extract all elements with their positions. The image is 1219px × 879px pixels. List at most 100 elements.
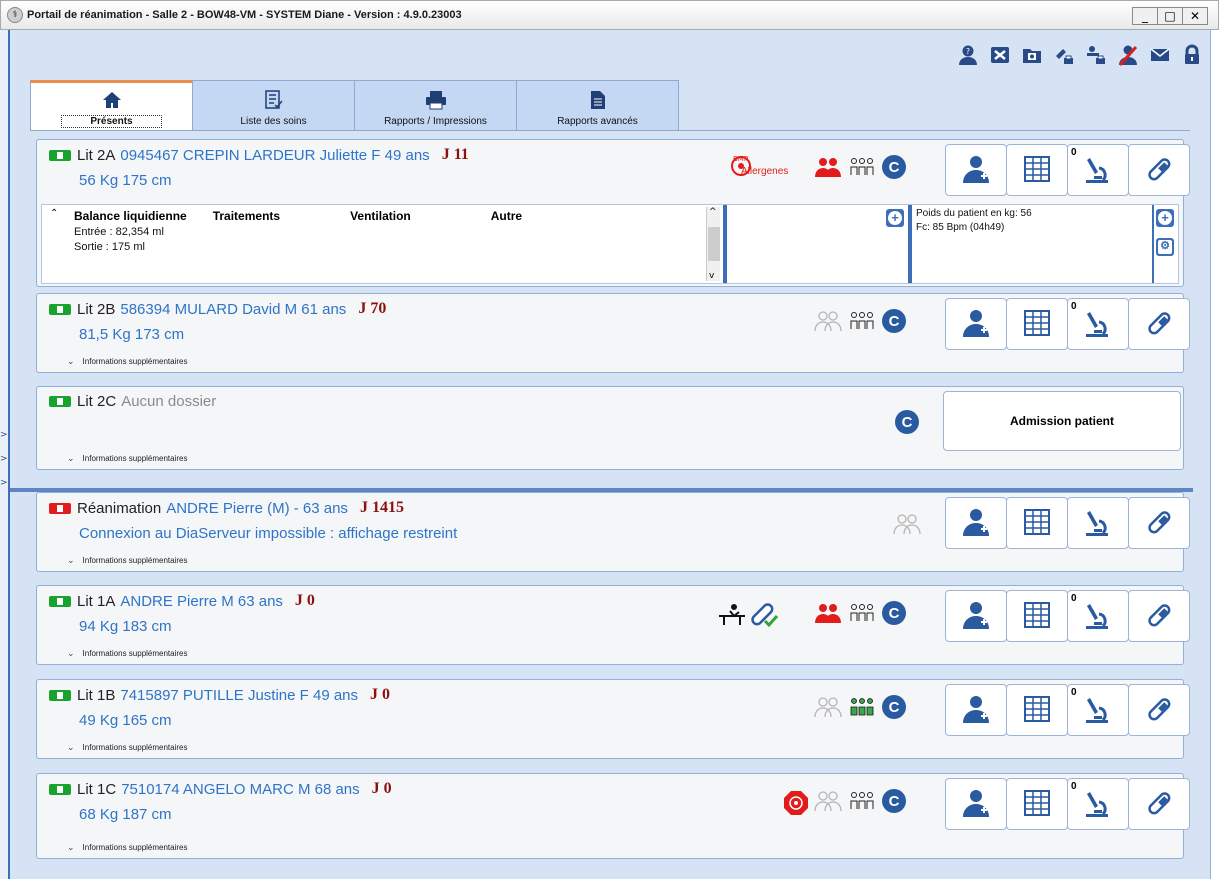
mail-icon[interactable] [1147,42,1173,68]
more-info-toggle[interactable]: ⌄ Informations supplémentaires [67,742,188,753]
prescription-button[interactable] [1128,778,1190,830]
refresh-icon[interactable]: C [879,598,909,628]
microscope-icon [1084,788,1112,821]
patient-file-button[interactable] [945,590,1007,642]
lab-results-button[interactable]: 0 [1067,144,1129,196]
table-button[interactable] [1006,298,1068,350]
staff-group-icon[interactable] [847,598,877,628]
biohazard-allergen-icon[interactable]: BMR Allergenes [727,152,793,182]
tab-label: Liste des soins [240,116,307,127]
tab-rapports-impressions[interactable]: Rapports / Impressions [354,80,517,130]
patient-name[interactable]: 7510174 ANGELO MARC M 68 ans [121,781,359,798]
prescription-button[interactable] [1128,497,1190,549]
table-button[interactable] [1006,590,1068,642]
patient-file-button[interactable] [945,144,1007,196]
more-info-toggle[interactable]: ⌄ Informations supplémentaires [67,648,188,659]
lab-results-button[interactable]: 0 [1067,684,1129,736]
chevron-down-icon: ⌄ [67,356,75,366]
refresh-icon[interactable]: C [879,152,909,182]
more-info-toggle[interactable]: ⌄ Informations supplémentaires [67,555,188,566]
patient-name[interactable]: ANDRE Pierre (M) - 63 ans [166,500,348,517]
details-scrollbar[interactable]: ^ v [706,207,720,281]
patient-file-button[interactable] [945,298,1007,350]
grid-table-icon [1024,508,1050,538]
scroll-up-icon[interactable]: ^ [709,207,717,217]
prescription-button[interactable] [1128,684,1190,736]
settings-button[interactable]: ⚙ [1156,238,1174,256]
scroll-thumb[interactable] [708,227,720,261]
more-info-toggle[interactable]: ⌄ Informations supplémentaires [67,356,188,367]
close-button[interactable]: ✕ [1182,7,1208,25]
no-record-label: Aucun dossier [121,393,217,410]
refresh-icon[interactable]: C [879,306,909,336]
pen-print-icon[interactable] [1051,42,1077,68]
staff-group-green-icon[interactable] [847,692,877,722]
excel-icon[interactable] [987,42,1013,68]
staff-group-icon[interactable] [847,786,877,816]
table-button[interactable] [1006,778,1068,830]
bed-status-icon [49,783,71,795]
collapse-chevron-icon[interactable]: ⌃ [50,208,58,219]
add-note-button[interactable]: + [1156,209,1174,227]
table-button[interactable] [1006,684,1068,736]
more-info-toggle[interactable]: ⌄ Informations supplémentaires [67,453,188,464]
help-person-icon[interactable]: ? [955,42,981,68]
expand-arrow-icon[interactable]: > [0,478,8,488]
maximize-button[interactable]: □ [1157,7,1183,25]
lab-results-button[interactable]: 0 [1067,298,1129,350]
lab-results-button[interactable]: 0 [1067,590,1129,642]
folder-icon[interactable] [1019,42,1045,68]
tab-presents[interactable]: Présents [30,80,193,131]
scroll-down-icon[interactable]: v [709,271,714,281]
microscope-icon [1084,694,1112,727]
patient-panel-lit-2b: Lit 2B 586394 MULARD David M 61 ans J 70… [36,293,1190,373]
patient-weight-height: 68 Kg 187 cm [79,806,172,823]
staff-group-icon[interactable] [847,306,877,336]
staff-group-icon[interactable] [847,152,877,182]
lock-icon[interactable] [1179,42,1205,68]
patient-group-grey-icon[interactable] [813,692,843,722]
patient-group-red-icon[interactable] [813,598,843,628]
prescription-button[interactable] [1128,590,1190,642]
refresh-icon[interactable]: C [879,786,909,816]
pill-icon [1145,508,1173,539]
more-info-toggle[interactable]: ⌄ Informations supplémentaires [67,842,188,853]
prescription-button[interactable] [1128,144,1190,196]
table-button[interactable] [1006,144,1068,196]
patient-name[interactable]: 0945467 CREPIN LARDEUR Juliette F 49 ans [120,147,429,164]
plus-icon: + [1158,211,1172,225]
prescription-button[interactable] [1128,298,1190,350]
lab-count: 0 [1071,147,1077,158]
patient-file-button[interactable] [945,684,1007,736]
table-button[interactable] [1006,497,1068,549]
patient-file-button[interactable] [945,497,1007,549]
expand-arrow-icon[interactable]: > [0,430,8,440]
expand-arrow-icon[interactable]: > [0,454,8,464]
left-collapse-strip[interactable]: > > > [0,30,8,879]
tab-liste-des-soins[interactable]: Liste des soins [192,80,355,130]
patient-file-button[interactable] [945,778,1007,830]
more-info-label: Informations supplémentaires [82,556,188,565]
patient-group-grey-icon[interactable] [892,509,922,539]
virus-alert-icon[interactable] [781,788,811,818]
tab-rapports-avances[interactable]: Rapports avancés [516,80,679,130]
surgery-table-icon[interactable] [717,600,747,630]
chevron-down-icon: ⌄ [67,555,75,565]
add-button[interactable]: + [886,209,904,227]
lab-results-button[interactable]: 0 [1067,778,1129,830]
bed-label: Lit 1A [77,592,116,610]
patient-name[interactable]: 586394 MULARD David M 61 ans [120,301,346,318]
patient-name[interactable]: 7415897 PUTILLE Justine F 49 ans [120,687,358,704]
patient-group-grey-icon[interactable] [813,786,843,816]
patient-group-grey-icon[interactable] [813,306,843,336]
pill-check-icon[interactable] [749,600,779,630]
bed-print-icon[interactable] [1083,42,1109,68]
patient-name[interactable]: ANDRE Pierre M 63 ans [120,593,283,610]
user-off-icon[interactable] [1115,42,1141,68]
admission-patient-button[interactable]: Admission patient [943,391,1181,451]
minimize-button[interactable]: _ [1132,7,1158,25]
refresh-icon[interactable]: C [892,407,922,437]
lab-results-button[interactable] [1067,497,1129,549]
refresh-icon[interactable]: C [879,692,909,722]
patient-group-red-icon[interactable] [813,152,843,182]
